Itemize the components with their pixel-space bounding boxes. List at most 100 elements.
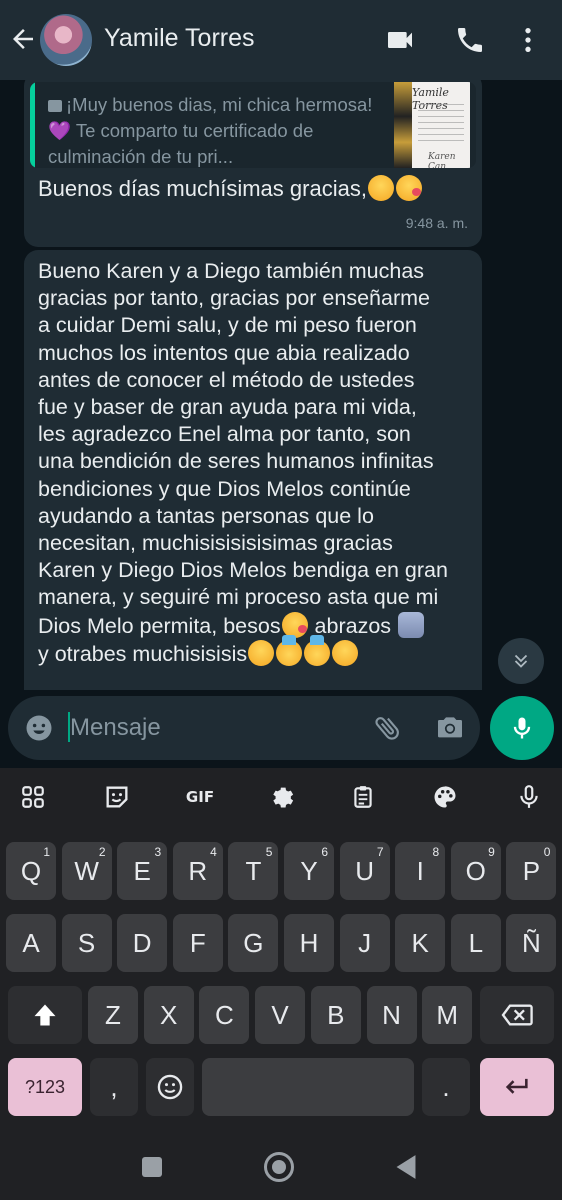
phone-icon[interactable] (454, 24, 486, 56)
key-m[interactable]: M (422, 986, 473, 1044)
certificate-border (394, 82, 412, 168)
key-hint-number: 1 (43, 845, 50, 859)
chat-header: Yamile Torres (0, 0, 562, 80)
more-vert-icon[interactable] (512, 24, 544, 56)
key-r[interactable]: R4 (172, 842, 223, 900)
key-n[interactable]: N (366, 986, 417, 1044)
home-button[interactable] (264, 1152, 294, 1182)
key-hint-number: 3 (154, 845, 162, 859)
enter-arrow-icon (505, 1078, 528, 1094)
system-navigation-bar (0, 1130, 562, 1200)
key-hint-number: 5 (265, 845, 273, 859)
chat-area[interactable]: ¡Muy buenos dias, mi chica hermosa!💜 Te … (0, 80, 562, 690)
avatar[interactable] (40, 14, 92, 66)
message-bubble[interactable]: ¡Muy buenos dias, mi chica hermosa!💜 Te … (24, 80, 482, 247)
key-label: O (465, 855, 486, 886)
key-j[interactable]: J (339, 914, 390, 972)
key-f[interactable]: F (172, 914, 223, 972)
key-hint-number: 7 (376, 845, 384, 859)
key-z[interactable]: Z (88, 986, 138, 1044)
thumbnail-signature: Karen Can (428, 152, 456, 168)
space-key[interactable] (202, 1058, 414, 1116)
key-label: Y (300, 855, 318, 886)
message-bubble[interactable]: Bueno Karen y a Diego también muchas gra… (24, 250, 482, 690)
period-key[interactable]: . (422, 1058, 470, 1116)
voice-record-button[interactable] (490, 696, 554, 760)
contact-name[interactable]: Yamile Torres (104, 24, 255, 53)
key-hint-number: 4 (210, 845, 217, 859)
camera-icon[interactable] (434, 712, 466, 744)
key-u[interactable]: U7 (339, 842, 390, 900)
key-label: Q (20, 855, 42, 886)
key-label: P (522, 855, 541, 886)
shift-arrow-icon (34, 1004, 56, 1026)
attach-icon[interactable] (372, 712, 404, 744)
smiling-face-emoji-icon (367, 175, 394, 201)
settings-icon[interactable] (264, 780, 298, 814)
back-arrow-icon[interactable] (8, 24, 38, 54)
key-x[interactable]: X (143, 986, 194, 1044)
palette-icon[interactable] (428, 780, 462, 814)
sticker-icon[interactable] (100, 780, 134, 814)
key-t[interactable]: T5 (228, 842, 279, 900)
message-input[interactable]: Mensaje (70, 714, 161, 742)
scroll-to-bottom-button[interactable] (498, 638, 544, 684)
key-k[interactable]: K (395, 914, 446, 972)
message-time: 9:48 a. m. (405, 215, 468, 231)
key-p[interactable]: P0 (506, 842, 557, 900)
key-d[interactable]: D (117, 914, 168, 972)
key-label: U (355, 855, 374, 886)
key-o[interactable]: O9 (450, 842, 501, 900)
quoted-text: ¡Muy buenos dias, mi chica hermosa!💜 Te … (48, 94, 373, 167)
quote-accent-bar (30, 82, 35, 168)
kissing-face-emoji-icon (281, 611, 308, 638)
key-y[interactable]: Y6 (284, 842, 334, 900)
key-hint-number: 9 (488, 845, 495, 859)
key-label: E (133, 855, 151, 886)
recents-button[interactable] (142, 1157, 162, 1177)
key-i[interactable]: I8 (395, 842, 446, 900)
kissing-face-emoji-icon (395, 175, 422, 201)
key-w[interactable]: W2 (61, 842, 112, 900)
comma-key[interactable]: , (90, 1058, 138, 1116)
key-g[interactable]: G (228, 914, 279, 972)
home-dot-icon (272, 1160, 286, 1174)
message-composer[interactable]: Mensaje (8, 696, 480, 760)
key-e[interactable]: E3 (117, 842, 168, 900)
key-ñ[interactable]: Ñ (506, 914, 557, 972)
clipboard-icon[interactable] (346, 780, 380, 814)
key-q[interactable]: Q1 (6, 842, 56, 900)
shift-key[interactable] (8, 986, 82, 1044)
key-s[interactable]: S (61, 914, 112, 972)
partying-face-emoji-icon (304, 634, 331, 666)
apps-grid-icon[interactable] (16, 780, 50, 814)
voice-input-icon[interactable] (512, 780, 546, 814)
key-b[interactable]: B (310, 986, 361, 1044)
gif-button[interactable]: GIF (180, 780, 220, 814)
symbols-key[interactable]: ?123 (8, 1058, 82, 1116)
quoted-message[interactable]: ¡Muy buenos dias, mi chica hermosa!💜 Te … (30, 82, 476, 168)
image-icon (48, 100, 62, 112)
key-label: T (245, 855, 262, 886)
key-hint-number: 0 (543, 845, 551, 859)
video-call-icon[interactable] (384, 24, 416, 56)
back-button[interactable] (394, 1154, 418, 1180)
backspace-key[interactable] (480, 986, 554, 1044)
emoji-icon[interactable] (24, 713, 54, 743)
key-hint-number: 8 (432, 845, 440, 859)
emoji-key[interactable] (146, 1058, 194, 1116)
microphone-icon (513, 717, 531, 739)
message-text: Bueno Karen y a Diego también muchas gra… (38, 259, 448, 666)
thumbnail-text-lines (418, 104, 464, 144)
key-v[interactable]: V (255, 986, 306, 1044)
message-text: Buenos días muchísimas gracias, (38, 176, 367, 201)
key-h[interactable]: H (284, 914, 334, 972)
key-hint-number: 2 (98, 845, 106, 859)
key-l[interactable]: L (450, 914, 501, 972)
backspace-icon (501, 1004, 533, 1026)
people-hugging-emoji-icon (398, 611, 425, 638)
key-a[interactable]: A (6, 914, 56, 972)
key-label: I (416, 855, 424, 886)
enter-key[interactable] (480, 1058, 554, 1116)
key-c[interactable]: C (199, 986, 250, 1044)
